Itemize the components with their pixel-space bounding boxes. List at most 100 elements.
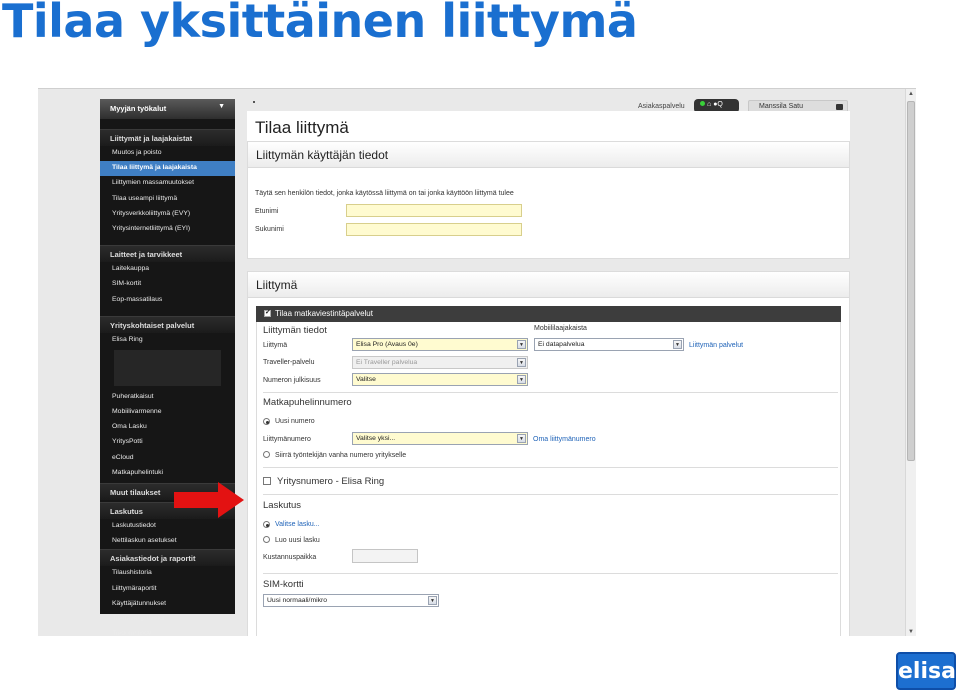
order-bar-label: Tilaa matkaviestintäpalvelut	[275, 309, 373, 318]
publicity-select-value: Valitse	[356, 376, 376, 383]
publicity-label: Numeron julkisuus	[263, 377, 321, 384]
sidebar-item-yrityspotti[interactable]: YritysPotti	[100, 435, 235, 450]
traveller-select-value: Ei Traveller palvelua	[356, 359, 418, 366]
traveller-label: Traveller-palvelu	[263, 359, 315, 366]
sidebar-item-useampi[interactable]: Tilaa useampi liittymä	[100, 192, 235, 207]
new-number-radio[interactable]	[263, 418, 270, 425]
number-label: Liittymänumero	[263, 436, 311, 443]
sidebar-item-matkapuhelintuki[interactable]: Matkapuhelintuki	[100, 466, 235, 481]
choose-invoice-radio[interactable]	[263, 521, 270, 528]
first-name-field[interactable]	[346, 204, 522, 217]
chevron-down-icon: ▼	[673, 340, 682, 349]
browser-screenshot: Myyjän työkalut ▼ Liittymät ja laajakaist…	[38, 88, 916, 636]
vertical-scrollbar[interactable]: ▲ ▼	[905, 89, 916, 636]
new-number-label: Uusi numero	[275, 418, 315, 425]
sidebar-section-laitteet[interactable]: Laitteet ja tarvikkeet	[100, 245, 235, 263]
sidebar-item-laitekauppa[interactable]: Laitekauppa	[100, 262, 235, 277]
sidebar-item-oma-lasku[interactable]: Oma Lasku	[100, 420, 235, 435]
broadband-select-value: Ei datapalvelua	[538, 341, 585, 348]
red-arrow-icon	[174, 482, 244, 518]
last-name-field[interactable]	[346, 223, 522, 236]
scroll-up-icon[interactable]: ▲	[907, 90, 915, 98]
tools-dropdown-label: Myyjän työkalut	[110, 104, 167, 113]
cost-center-label: Kustannuspaikka	[263, 554, 317, 561]
chevron-down-icon: ▼	[517, 434, 526, 443]
subscription-title: Liittymä	[248, 272, 849, 298]
sidebar-item-nettilasku[interactable]: Nettilaskun asetukset	[100, 534, 235, 549]
order-checkbox[interactable]	[264, 308, 271, 317]
user-info-instructions: Täytä sen henkilön tiedot, jonka käytöss…	[255, 190, 514, 197]
user-name: Manssila Satu	[759, 103, 803, 110]
subscription-info-title: Liittymän tiedot	[263, 325, 327, 336]
sidebar-section-liittymat[interactable]: Liittymät ja laajakaistat	[100, 129, 235, 146]
broadband-select[interactable]: Ei datapalvelua ▼	[534, 338, 684, 351]
new-invoice-label: Luo uusi lasku	[275, 537, 320, 544]
sidebar-item-mobiilivarmenne[interactable]: Mobiilivarmenne	[100, 405, 235, 420]
sidebar-item-ecloud[interactable]: eCloud	[100, 451, 235, 466]
new-invoice-radio[interactable]	[263, 536, 270, 543]
sidebar-item-muutos[interactable]: Muutos ja poisto	[100, 146, 235, 161]
user-info-title: Liittymän käyttäjän tiedot	[248, 142, 849, 168]
divider	[263, 392, 838, 393]
transfer-number-label: Siirrä työntekijän vanha numero yritykse…	[275, 452, 407, 459]
divider	[263, 494, 838, 495]
number-select[interactable]: Valitse yksi... ▼	[352, 432, 528, 445]
sidebar-item-tilaa-liittyma[interactable]: Tilaa liittymä ja laajakaista	[100, 161, 235, 177]
chevron-down-icon: ▼	[517, 375, 526, 384]
scroll-down-icon[interactable]: ▼	[907, 628, 915, 636]
sim-select-value: Uusi normaali/mikro	[267, 597, 328, 604]
choose-invoice-link[interactable]: Valitse lasku...	[275, 521, 320, 528]
sidebar-item-eop[interactable]: Eop-massatilaus	[100, 293, 235, 308]
status-dot-icon	[700, 101, 705, 106]
user-info-panel: Liittymän käyttäjän tiedot Täytä sen hen…	[247, 141, 850, 259]
chevron-down-icon: ▼	[428, 596, 437, 605]
sidebar-section-asiakastiedot[interactable]: Asiakastiedot ja raportit	[100, 549, 235, 567]
own-number-link[interactable]: Oma liittymänumero	[533, 436, 596, 443]
divider	[263, 467, 838, 468]
first-name-label: Etunimi	[255, 208, 279, 215]
sidebar-item-tilattavat[interactable]: Tilattavat palvelut	[100, 612, 235, 627]
topbar-marker	[253, 101, 255, 103]
sidebar-item-massamuutokset[interactable]: Liittymien massamuutokset	[100, 176, 235, 191]
sidebar-item-eyi[interactable]: Yritysinternetliittymä (EYI)	[100, 222, 235, 237]
divider	[263, 573, 838, 574]
sidebar-item-sim[interactable]: SIM-kortit	[100, 277, 235, 292]
sidebar-item-puheratkaisut[interactable]: Puheratkaisut	[100, 390, 235, 405]
sidebar-item-kayttajatunnukset[interactable]: Käyttäjätunnukset	[100, 597, 235, 612]
broadband-label: Mobiililaajakaista	[534, 325, 587, 332]
slide-title: Tilaa yksittäinen liittymä	[2, 0, 638, 48]
subscription-services-link[interactable]: Liittymän palvelut	[689, 342, 743, 349]
number-select-value: Valitse yksi...	[356, 435, 396, 442]
tools-dropdown[interactable]: Myyjän työkalut ▼	[100, 99, 235, 119]
sidebar-item-tilaushistoria[interactable]: Tilaushistoria	[100, 566, 235, 581]
search-icon: ●Q	[713, 101, 723, 108]
publicity-select[interactable]: Valitse ▼	[352, 373, 528, 386]
sidebar-item-laskutustiedot[interactable]: Laskutustiedot	[100, 519, 235, 534]
mobile-number-title: Matkapuhelinnumero	[263, 397, 352, 408]
last-name-label: Sukunimi	[255, 226, 284, 233]
sidebar-item-tiedotuslistat[interactable]: Tiedotuslistat	[100, 627, 235, 636]
page-title: Tilaa liittymä	[255, 118, 349, 137]
sidebar-item-elisa-ring[interactable]: Elisa Ring	[100, 333, 235, 348]
home-icon: ⌂	[707, 101, 712, 108]
elisa-logo: elisa	[896, 652, 956, 690]
company-number-checkbox[interactable]	[263, 477, 271, 485]
sim-select[interactable]: Uusi normaali/mikro ▼	[263, 594, 439, 607]
chevron-down-icon: ▼	[218, 103, 225, 110]
liittyma-select-value: Elisa Pro (Avaus 0e)	[356, 341, 418, 348]
scroll-thumb[interactable]	[907, 101, 915, 461]
order-mobile-services-bar[interactable]: Tilaa matkaviestintäpalvelut	[256, 306, 841, 322]
sidebar-item-evy[interactable]: Yritysverkkoliittymä (EVY)	[100, 207, 235, 222]
cost-center-input[interactable]	[352, 549, 418, 563]
sidebar-item-liittymaraportit[interactable]: Liittymäraportit	[100, 582, 235, 597]
sim-title: SIM-kortti	[263, 579, 304, 590]
liittyma-select[interactable]: Elisa Pro (Avaus 0e) ▼	[352, 338, 528, 351]
chevron-down-icon: ▼	[517, 358, 526, 367]
subscription-panel: Liittymä Tilaa matkaviestintäpalvelut Li…	[247, 271, 850, 636]
traveller-select: Ei Traveller palvelua ▼	[352, 356, 528, 369]
subscription-form: Liittymän tiedot Liittymä Elisa Pro (Ava…	[256, 322, 841, 636]
sidebar-section-yrityspalvelut[interactable]: Yrityskohtaiset palvelut	[100, 315, 235, 333]
user-menu-dropdown-icon	[836, 104, 843, 110]
sidebar: Myyjän työkalut ▼ Liittymät ja laajakaist…	[100, 99, 235, 636]
transfer-number-radio[interactable]	[263, 451, 270, 458]
